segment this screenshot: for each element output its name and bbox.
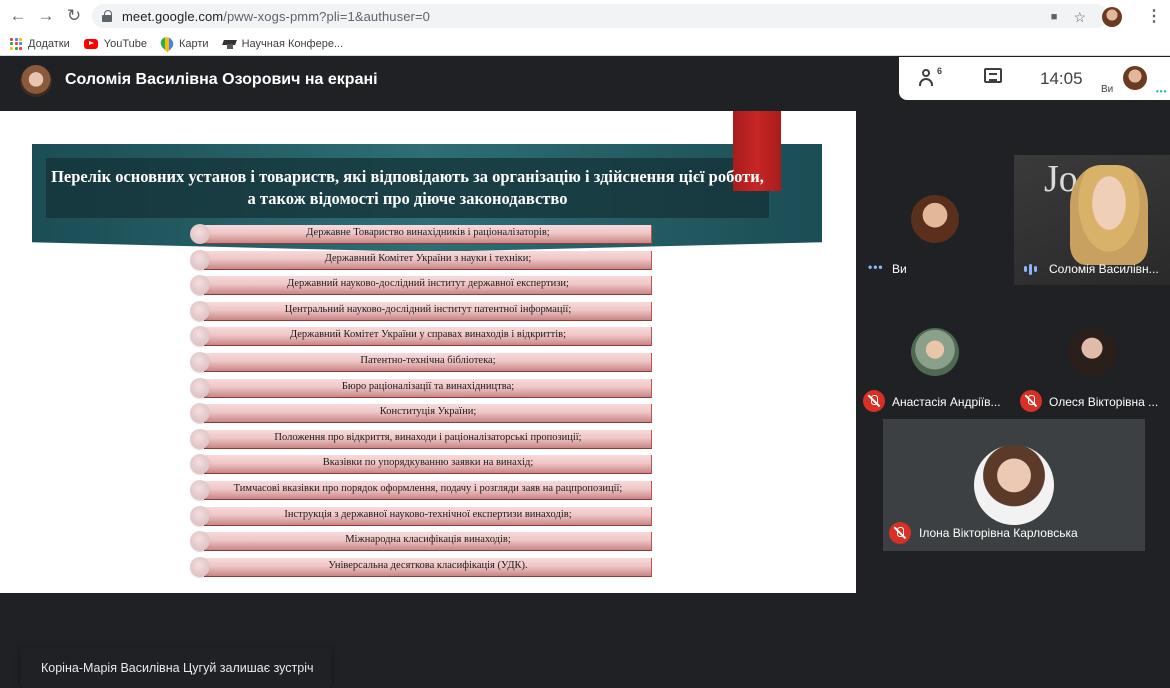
participant-avatar — [911, 195, 959, 243]
star-icon[interactable]: ☆ — [1073, 9, 1086, 26]
notification-toast: Коріна-Марія Василівна Цугуй залишає зус… — [20, 647, 332, 688]
slide-list-item: Державний Комітет України у справах вина… — [190, 325, 652, 351]
reload-icon[interactable]: ↻ — [60, 2, 88, 30]
slide-list-item: Конституція України; — [190, 402, 652, 428]
participant-avatar — [911, 328, 959, 376]
slide-item-text: Вказівки по упорядкуванню заявки на вина… — [322, 457, 534, 469]
self-label: Ви — [1101, 84, 1114, 95]
slide-item-text: Універсальна десяткова класифікація (УДК… — [328, 559, 528, 571]
maps-icon — [158, 34, 176, 53]
slide-item-text: Конституція України; — [379, 406, 477, 418]
slide-list: Державне Товариство винахідників і раціо… — [190, 223, 652, 581]
participant-avatar — [1068, 328, 1116, 376]
apps-icon — [10, 37, 22, 50]
bookmark-apps[interactable]: Додатки — [10, 37, 70, 50]
browser-menu-icon[interactable]: ⋮ — [1146, 6, 1162, 26]
participant-name: Ви — [892, 262, 907, 276]
camera-icon[interactable]: ■ — [1051, 11, 1058, 23]
slide-list-item: Державний Комітет України з науки і техн… — [190, 249, 652, 275]
url-path: /pww-xogs-pmm?pli=1&authuser=0 — [223, 8, 431, 24]
profile-avatar[interactable] — [1102, 7, 1122, 27]
youtube-icon — [83, 38, 98, 49]
slide-list-item: Універсальна десяткова класифікація (УДК… — [190, 556, 652, 582]
bookmark-label: YouTube — [103, 37, 147, 50]
slide-item-text: Державний Комітет України у справах вина… — [289, 329, 567, 341]
slide-item-text: Бюро раціоналізації та винахідництва; — [341, 380, 515, 392]
bookmark-conference[interactable]: Научная Конфере... — [223, 37, 344, 50]
bottom-bar — [0, 593, 1170, 600]
slide-item-text: Тимчасові вказівки про порядок оформленн… — [233, 482, 623, 494]
slide-item-text: Державне Товариство винахідників і раціо… — [306, 227, 550, 238]
presenter-avatar — [20, 65, 52, 97]
participant-tile-self[interactable]: ••• Ви — [858, 155, 1012, 285]
participant-tile-anastasia[interactable]: Анастасія Андріїв... — [858, 288, 1012, 416]
participant-tile-olesia[interactable]: Олеся Вікторівна ... — [1014, 288, 1170, 416]
participant-tile-ilona[interactable]: Ілона Вікторівна Карловська — [883, 419, 1145, 551]
participant-name: Анастасія Андріїв... — [892, 395, 1001, 409]
bookmark-youtube[interactable]: YouTube — [83, 37, 147, 50]
slide-list-item: Центральний науково-дослідний інститут п… — [190, 300, 652, 326]
bookmark-maps[interactable]: Карти — [158, 34, 209, 53]
url-host: meet.google.com — [122, 8, 224, 24]
slide-list-item: Положення про відкриття, винаходи і раці… — [190, 428, 652, 454]
slide-list-item: Вказівки по упорядкуванню заявки на вина… — [190, 453, 652, 479]
meeting-controls-panel: 6 14:05 Ви ••• — [899, 57, 1170, 100]
slide-list-item: Державне Товариство винахідників і раціо… — [190, 223, 652, 249]
participant-tile-presenter[interactable]: Jo Соломія Василівн... — [1014, 155, 1170, 285]
slide-list-item: Державний науково-дослідний інститут дер… — [190, 274, 652, 300]
slide-item-text: Міжнародна класифікація винаходів; — [345, 534, 511, 546]
participant-name: Ілона Вікторівна Карловська — [919, 526, 1078, 540]
toast-text: Коріна-Марія Василівна Цугуй залишає зус… — [41, 660, 314, 675]
slide-item-text: Державний Комітет України з науки і техн… — [324, 252, 532, 264]
bookmark-label: Карти — [178, 37, 209, 50]
omnibox-actions: ■ ☆ — [1051, 7, 1122, 27]
slide-item-text: Патентно-технічна бібліотека; — [360, 354, 496, 366]
audio-level-icon — [1024, 263, 1038, 275]
graduation-cap-icon — [223, 38, 236, 49]
participant-avatar — [974, 445, 1054, 525]
forward-arrow-icon[interactable]: → — [32, 2, 60, 30]
slide-item-text: Положення про відкриття, винаходи і раці… — [274, 431, 582, 443]
slide-list-item: Інструкція з державної науково-технічної… — [190, 505, 652, 531]
slide-list-item: Патентно-технічна бібліотека; — [190, 351, 652, 377]
participant-name: Соломія Василівн... — [1049, 262, 1159, 276]
more-options-icon[interactable]: ••• — [1156, 87, 1167, 96]
address-bar[interactable]: meet.google.com/pww-xogs-pmm?pli=1&authu… — [92, 4, 1108, 28]
mic-off-icon — [889, 522, 911, 544]
slide-list-item: Бюро раціоналізації та винахідництва; — [190, 377, 652, 403]
bookmarks-bar: Додатки YouTube Карти Научная Конфере... — [0, 32, 1170, 56]
meeting-time: 14:05 — [1040, 69, 1083, 88]
mic-off-icon — [863, 390, 885, 412]
presentation-stage: Перелік основних установ і товариств, як… — [0, 111, 856, 688]
back-arrow-icon[interactable]: ← — [4, 2, 32, 30]
bookmark-label: Научная Конфере... — [241, 37, 344, 50]
slide-item-text: Центральний науково-дослідний інститут п… — [284, 303, 572, 315]
slide-item-text: Державний науково-дослідний інститут дер… — [287, 278, 569, 290]
participant-video — [1070, 165, 1148, 265]
slide-item-text: Інструкція з державної науково-технічної… — [284, 508, 572, 520]
slide-title: Перелік основних установ і товариств, як… — [51, 167, 764, 208]
chat-icon[interactable] — [984, 68, 1002, 83]
url-text: meet.google.com/pww-xogs-pmm?pli=1&authu… — [122, 9, 430, 24]
slide-list-item: Тимчасові вказівки про порядок оформленн… — [190, 479, 652, 505]
speaking-indicator-icon: ••• — [868, 260, 884, 274]
lock-icon — [102, 10, 112, 22]
participant-count: 6 — [937, 66, 943, 76]
bookmark-label: Додатки — [28, 37, 70, 50]
self-avatar[interactable] — [1123, 66, 1147, 90]
slide-list-item: Міжнародна класифікація винаходів; — [190, 530, 652, 556]
presenter-title: Соломія Василівна Озорович на екрані — [65, 71, 378, 88]
mic-off-icon — [1020, 390, 1042, 412]
browser-toolbar: ← → ↻ meet.google.com/pww-xogs-pmm?pli=1… — [0, 0, 1170, 32]
participant-name: Олеся Вікторівна ... — [1049, 395, 1159, 409]
